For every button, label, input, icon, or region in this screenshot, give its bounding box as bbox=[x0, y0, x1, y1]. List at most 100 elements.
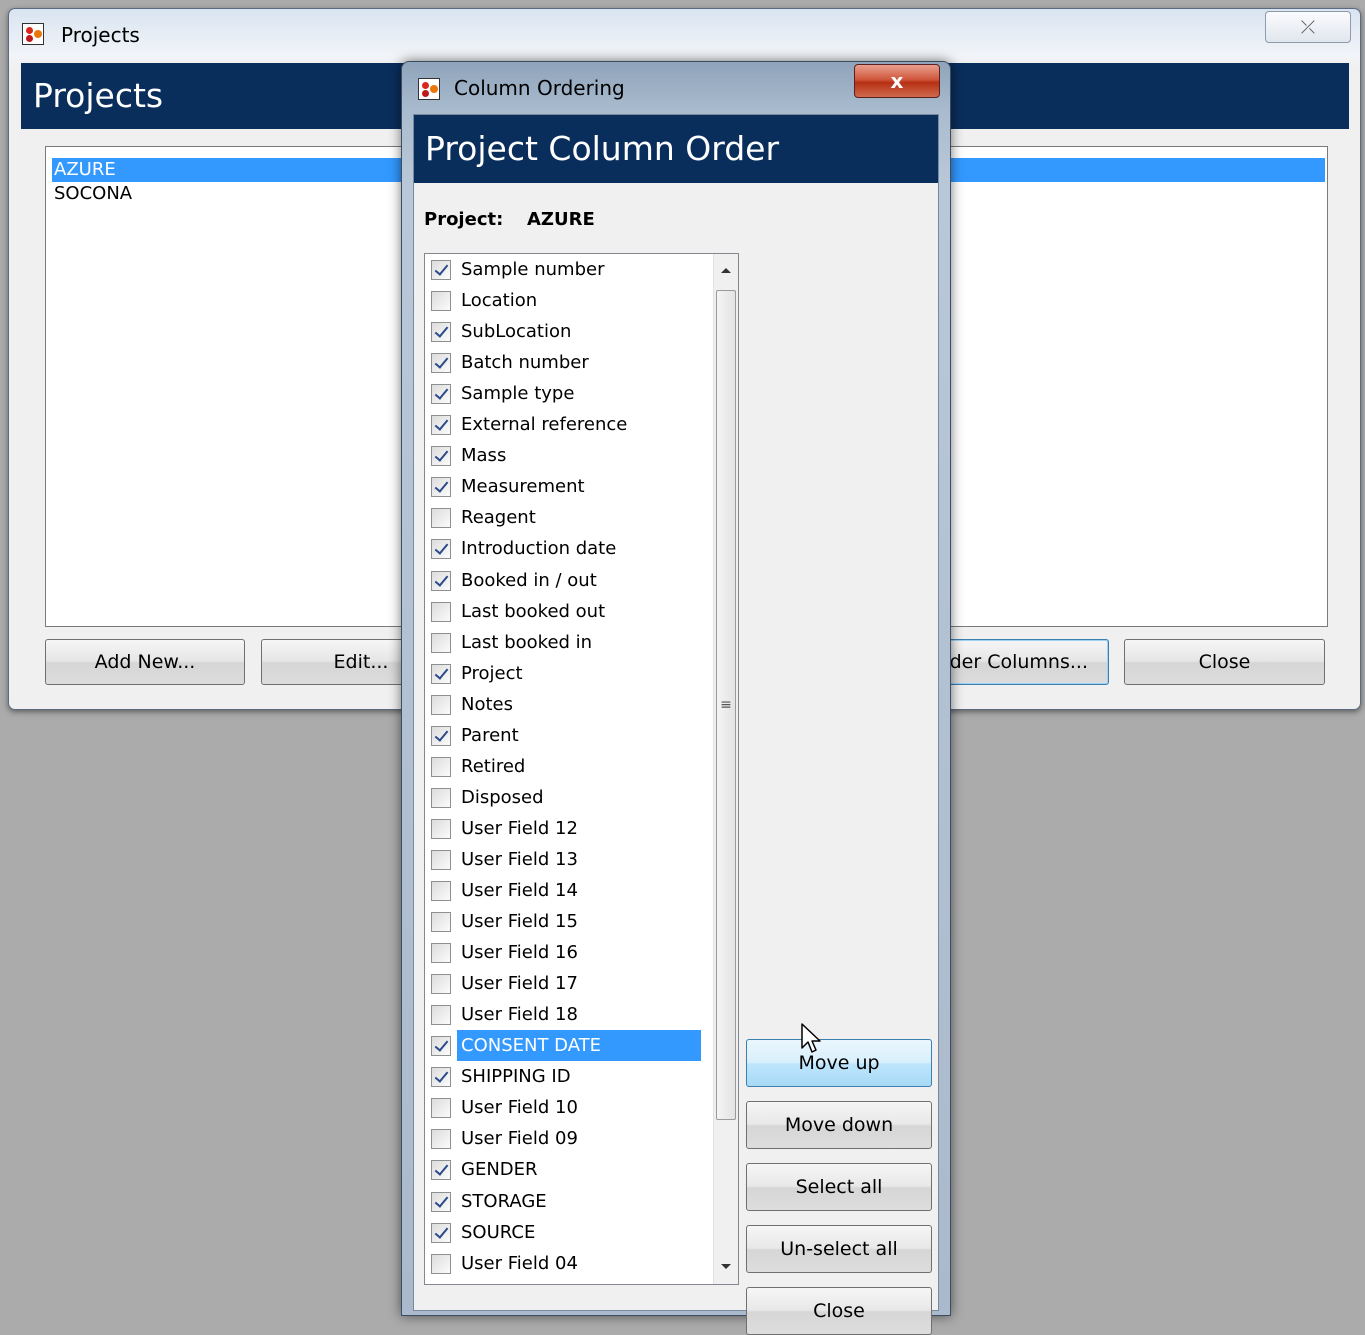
column-item[interactable]: User Field 15 bbox=[429, 906, 705, 937]
column-item[interactable]: User Field 18 bbox=[429, 999, 705, 1030]
column-item[interactable]: SHIPPING ID bbox=[429, 1061, 705, 1092]
column-item-label: Batch number bbox=[461, 352, 589, 374]
projects-close-x-button[interactable]: ⤫ bbox=[1265, 11, 1351, 43]
checkbox-unchecked[interactable] bbox=[431, 632, 451, 653]
checkbox-unchecked[interactable] bbox=[431, 756, 451, 777]
column-item-label: Sample type bbox=[461, 383, 575, 405]
scroll-up-arrow-icon[interactable] bbox=[721, 268, 731, 273]
projects-window-title: Projects bbox=[61, 23, 140, 47]
checkbox-checked[interactable] bbox=[431, 260, 451, 280]
checkbox-checked[interactable] bbox=[431, 446, 451, 467]
checkbox-checked[interactable] bbox=[431, 322, 451, 343]
column-item-label: Last booked out bbox=[461, 600, 606, 622]
column-item-label: SOURCE bbox=[461, 1221, 536, 1243]
column-item[interactable]: User Field 10 bbox=[429, 1092, 705, 1123]
column-item[interactable]: Notes bbox=[429, 689, 705, 720]
move-up-button[interactable]: Move up bbox=[746, 1039, 932, 1087]
select-all-button[interactable]: Select all bbox=[746, 1163, 932, 1211]
column-item[interactable]: User Field 04 bbox=[429, 1248, 705, 1279]
column-item-label: Retired bbox=[461, 755, 526, 777]
add-new-button[interactable]: Add New... bbox=[45, 639, 245, 685]
column-item[interactable]: Project bbox=[429, 658, 705, 689]
checkbox-unchecked[interactable] bbox=[431, 787, 451, 808]
column-item[interactable]: Mass bbox=[429, 440, 705, 471]
checkbox-checked[interactable] bbox=[431, 725, 451, 746]
column-item-label: Last booked in bbox=[461, 631, 593, 653]
column-item[interactable]: Parent bbox=[429, 720, 705, 751]
dialog-close-button[interactable]: Close bbox=[746, 1287, 932, 1335]
checkbox-checked[interactable] bbox=[431, 1191, 451, 1212]
scroll-thumb[interactable]: ≡ bbox=[716, 290, 736, 1120]
checkbox-checked[interactable] bbox=[431, 1222, 451, 1243]
checkbox-unchecked[interactable] bbox=[431, 1129, 451, 1150]
dialog-title: Column Ordering bbox=[454, 76, 625, 100]
mouse-cursor-icon bbox=[801, 1023, 821, 1053]
column-item[interactable]: Sample type bbox=[429, 378, 705, 409]
column-item-label: User Field 15 bbox=[461, 911, 578, 933]
projects-close-button[interactable]: Close bbox=[1124, 639, 1325, 685]
unselect-all-button[interactable]: Un-select all bbox=[746, 1225, 932, 1273]
checkbox-checked[interactable] bbox=[431, 415, 451, 436]
move-down-button[interactable]: Move down bbox=[746, 1101, 932, 1149]
checkbox-unchecked[interactable] bbox=[431, 1253, 451, 1274]
checkbox-unchecked[interactable] bbox=[431, 291, 451, 312]
column-item[interactable]: STORAGE bbox=[429, 1186, 705, 1217]
dialog-close-x-button[interactable]: x bbox=[854, 64, 940, 98]
column-item[interactable]: Sample number bbox=[429, 254, 705, 285]
column-item[interactable]: Reagent bbox=[429, 502, 705, 533]
column-item[interactable]: Last booked out bbox=[429, 596, 705, 627]
scroll-down-arrow-icon[interactable] bbox=[721, 1264, 731, 1269]
column-item[interactable]: Booked in / out bbox=[429, 565, 705, 596]
column-item[interactable]: CONSENT DATE bbox=[429, 1030, 705, 1062]
app-logo-icon bbox=[418, 78, 440, 100]
checkbox-checked[interactable] bbox=[431, 539, 451, 560]
column-item[interactable]: Batch number bbox=[429, 347, 705, 378]
checkbox-unchecked[interactable] bbox=[431, 601, 451, 622]
column-item-label: CONSENT DATE bbox=[457, 1030, 701, 1062]
checkbox-checked[interactable] bbox=[431, 1160, 451, 1181]
column-item-label: STORAGE bbox=[461, 1190, 547, 1212]
column-item-label: Reagent bbox=[461, 507, 536, 529]
column-item[interactable]: User Field 12 bbox=[429, 813, 705, 844]
column-item[interactable]: User Field 14 bbox=[429, 875, 705, 906]
checkbox-unchecked[interactable] bbox=[431, 943, 451, 964]
column-item[interactable]: GENDER bbox=[429, 1154, 705, 1185]
checkbox-checked[interactable] bbox=[431, 353, 451, 374]
checkbox-unchecked[interactable] bbox=[431, 849, 451, 870]
column-item[interactable]: Retired bbox=[429, 751, 705, 782]
column-item[interactable]: Introduction date bbox=[429, 533, 705, 564]
column-item[interactable]: User Field 09 bbox=[429, 1123, 705, 1154]
column-item[interactable]: Measurement bbox=[429, 471, 705, 502]
checkbox-checked[interactable] bbox=[431, 1036, 451, 1057]
checkbox-checked[interactable] bbox=[431, 477, 451, 498]
column-item-label: User Field 09 bbox=[461, 1128, 578, 1150]
column-item[interactable]: Location bbox=[429, 285, 705, 316]
column-item[interactable]: SubLocation bbox=[429, 316, 705, 347]
column-item[interactable]: User Field 16 bbox=[429, 937, 705, 968]
checkbox-unchecked[interactable] bbox=[431, 818, 451, 839]
checkbox-unchecked[interactable] bbox=[431, 694, 451, 715]
checkbox-unchecked[interactable] bbox=[431, 912, 451, 933]
column-item[interactable]: User Field 17 bbox=[429, 968, 705, 999]
checkbox-unchecked[interactable] bbox=[431, 1098, 451, 1119]
column-item-label: Introduction date bbox=[461, 538, 617, 560]
close-icon: x bbox=[890, 69, 904, 93]
list-scrollbar[interactable]: ≡ bbox=[713, 254, 738, 1284]
checkbox-checked[interactable] bbox=[431, 1067, 451, 1088]
column-item[interactable]: SOURCE bbox=[429, 1217, 705, 1248]
projects-titlebar[interactable]: Projects ⤫ bbox=[9, 9, 1360, 63]
checkbox-unchecked[interactable] bbox=[431, 508, 451, 529]
checkbox-checked[interactable] bbox=[431, 663, 451, 684]
column-checklist[interactable]: Sample number Location SubLocation Batch nu… bbox=[424, 253, 739, 1285]
column-item-label: Sample number bbox=[461, 259, 605, 280]
column-item[interactable]: Last booked in bbox=[429, 627, 705, 658]
projects-list-item[interactable]: SOCONA bbox=[52, 182, 132, 206]
checkbox-unchecked[interactable] bbox=[431, 881, 451, 901]
column-item[interactable]: Disposed bbox=[429, 782, 705, 813]
checkbox-unchecked[interactable] bbox=[431, 974, 451, 995]
checkbox-checked[interactable] bbox=[431, 384, 451, 405]
column-item[interactable]: External reference bbox=[429, 409, 705, 440]
checkbox-unchecked[interactable] bbox=[431, 1005, 451, 1026]
checkbox-checked[interactable] bbox=[431, 570, 451, 591]
column-item[interactable]: User Field 13 bbox=[429, 844, 705, 875]
